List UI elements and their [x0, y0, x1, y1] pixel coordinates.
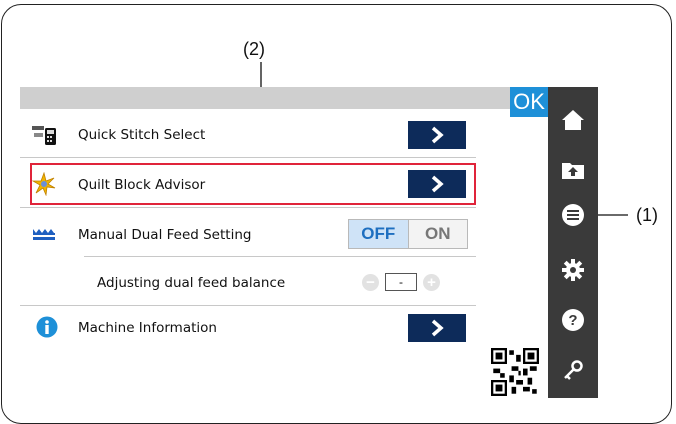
dual-feed-toggle[interactable]: OFF ON [348, 219, 468, 249]
callout-highlight-box [30, 163, 476, 205]
svg-text:?: ? [568, 312, 577, 329]
gear-icon[interactable] [560, 257, 586, 283]
plus-icon[interactable]: + [423, 273, 440, 291]
quick-stitch-select-label: Quick Stitch Select [78, 127, 206, 143]
divider [20, 305, 476, 306]
toggle-off-option[interactable]: OFF [349, 220, 409, 248]
menu-icon[interactable] [560, 202, 586, 228]
folder-icon[interactable] [560, 157, 586, 183]
ok-button[interactable]: OK [510, 87, 548, 117]
balance-value: - [385, 273, 417, 291]
screen-top-bar [20, 87, 510, 109]
info-icon [36, 316, 58, 343]
divider [20, 157, 476, 158]
minus-icon[interactable]: − [362, 273, 379, 291]
dual-feed-icon [32, 227, 56, 246]
qr-code-icon [491, 348, 539, 396]
home-icon[interactable] [560, 107, 586, 133]
manual-dual-feed-label: Manual Dual Feed Setting [78, 227, 252, 243]
divider [20, 207, 476, 208]
machine-information-button[interactable] [408, 314, 466, 342]
quick-stitch-select-button[interactable] [408, 121, 466, 149]
divider [84, 256, 476, 257]
sidebar: ? [548, 87, 598, 398]
help-icon[interactable]: ? [560, 307, 586, 333]
machine-information-label: Machine Information [78, 320, 217, 336]
dual-feed-balance-label: Adjusting dual feed balance [97, 275, 286, 291]
toggle-on-option[interactable]: ON [408, 220, 467, 248]
chevron-right-icon [431, 126, 444, 144]
key-icon[interactable] [560, 357, 586, 383]
quick-stitch-icon [32, 124, 58, 151]
chevron-right-icon [431, 319, 444, 337]
balance-stepper: − - + [362, 272, 440, 292]
